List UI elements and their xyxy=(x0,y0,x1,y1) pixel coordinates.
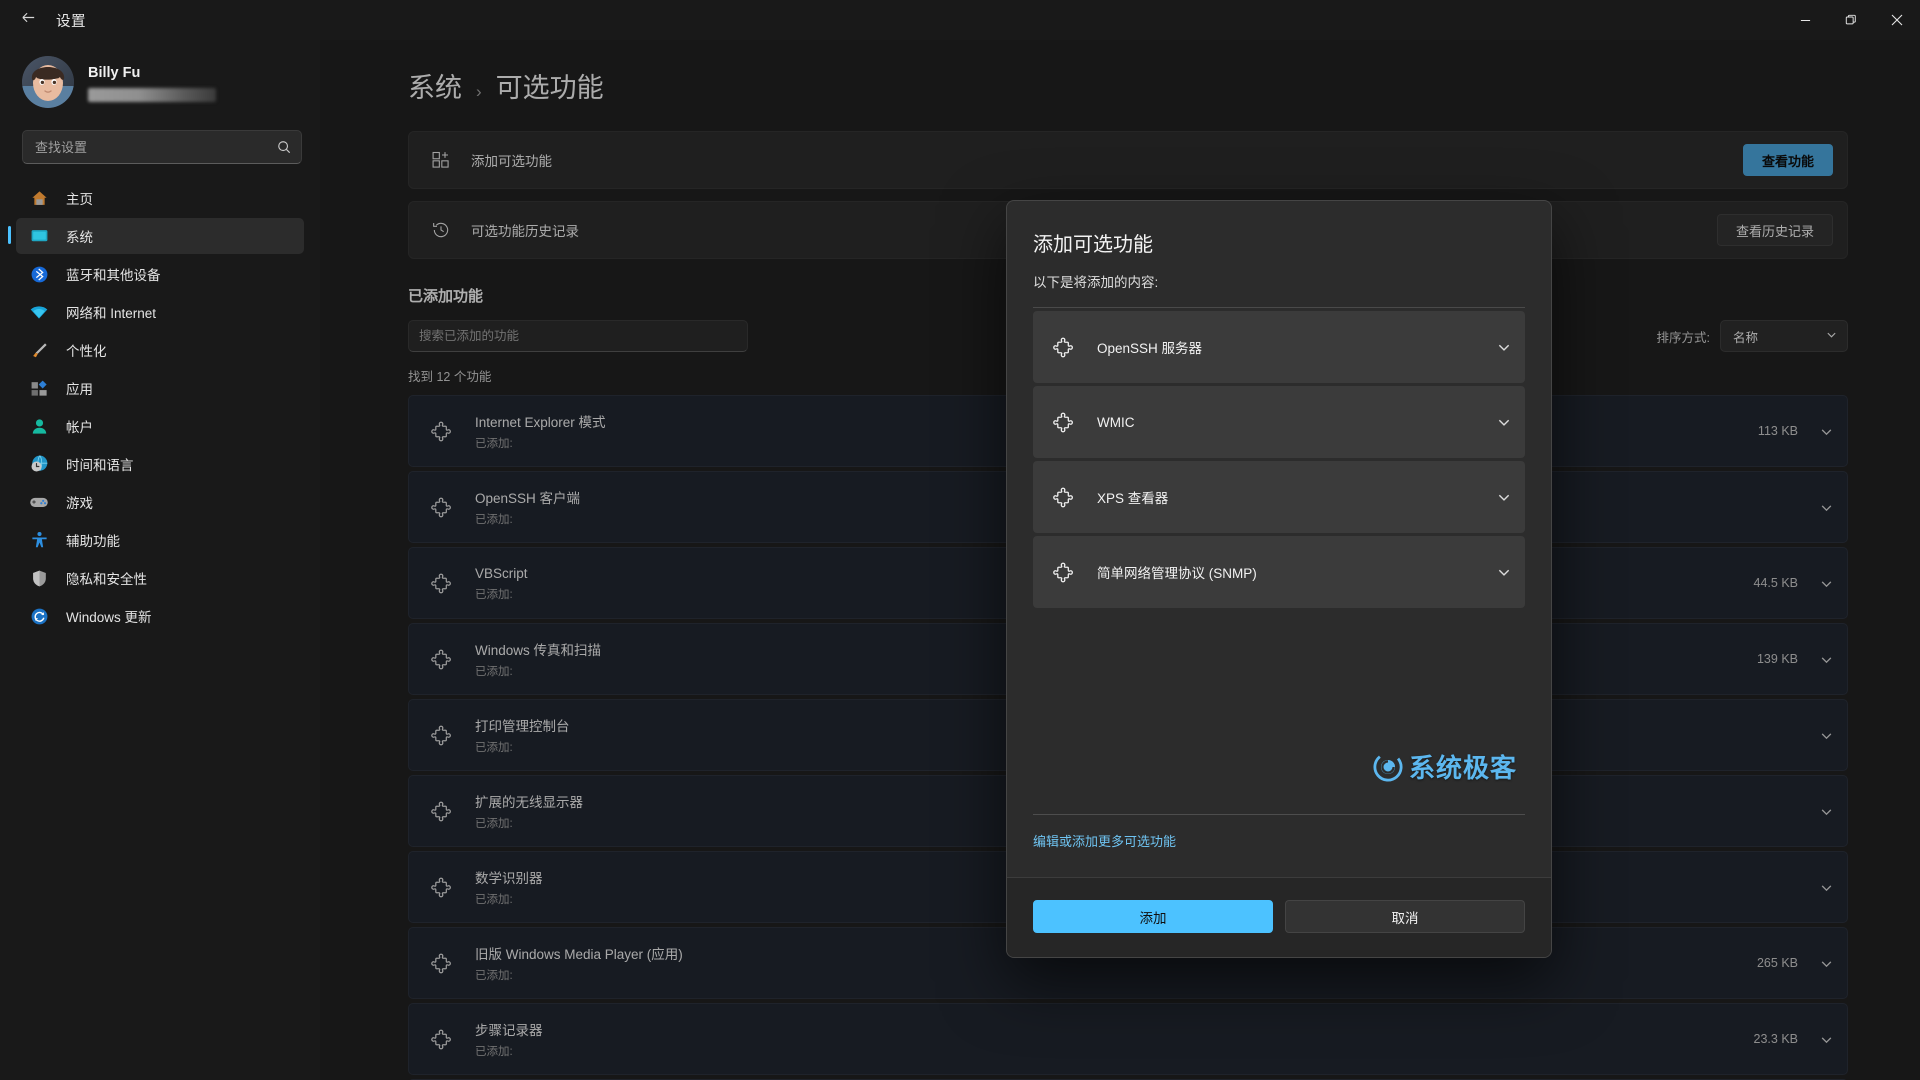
list-item[interactable]: XPS 查看器 xyxy=(1033,461,1525,533)
main-content: 系统 › 可选功能 添加可选功能 查看功能 可选功能历史记录 查看历史记录 已添… xyxy=(320,40,1920,1080)
sidebar-item-apps[interactable]: 应用 xyxy=(16,370,304,406)
search-icon xyxy=(277,140,291,154)
arrow-left-icon xyxy=(20,9,37,31)
sidebar-item-personalization[interactable]: 个性化 xyxy=(16,332,304,368)
home-icon xyxy=(28,187,50,209)
dialog-body: 添加可选功能 以下是将添加的内容: OpenSSH 服务器 WMIC XPS 查… xyxy=(1007,201,1551,877)
dialog-feature-name: XPS 查看器 xyxy=(1097,491,1169,506)
sidebar-item-label: 隐私和安全性 xyxy=(66,572,147,587)
sidebar-item-system[interactable]: 系统 xyxy=(8,218,304,254)
maximize-icon xyxy=(1845,14,1857,26)
sidebar-item-label: 蓝牙和其他设备 xyxy=(66,268,161,283)
wifi-icon xyxy=(28,301,50,323)
sidebar: Billy Fu 主页 xyxy=(0,40,320,1080)
add-optional-features-dialog: 添加可选功能 以下是将添加的内容: OpenSSH 服务器 WMIC XPS 查… xyxy=(1006,200,1552,958)
chevron-down-icon[interactable] xyxy=(1497,565,1511,579)
dialog-feature-name: 简单网络管理协议 (SNMP) xyxy=(1097,566,1257,581)
watermark-logo-icon xyxy=(1373,751,1403,782)
sidebar-item-windows-update[interactable]: Windows 更新 xyxy=(16,598,304,634)
maximize-button[interactable] xyxy=(1828,0,1874,40)
close-button[interactable] xyxy=(1874,0,1920,40)
sidebar-nav: 主页 系统 蓝牙和其他设备 网络和 Internet 个性化 应用 帐户 时间和… xyxy=(8,180,304,634)
update-icon xyxy=(28,605,50,627)
clock-globe-icon xyxy=(28,453,50,475)
sidebar-item-home[interactable]: 主页 xyxy=(16,180,304,216)
sidebar-item-label: 主页 xyxy=(66,192,93,207)
search-input[interactable] xyxy=(35,139,277,155)
shield-icon xyxy=(28,567,50,589)
back-button[interactable] xyxy=(8,4,48,36)
puzzle-icon xyxy=(1053,487,1083,508)
puzzle-icon xyxy=(1053,412,1083,433)
sidebar-item-label: 系统 xyxy=(66,230,93,245)
add-button[interactable]: 添加 xyxy=(1033,900,1273,933)
title-bar: 设置 xyxy=(0,0,1920,40)
window-title: 设置 xyxy=(56,13,86,30)
dialog-feature-name: OpenSSH 服务器 xyxy=(1097,341,1203,356)
watermark-text: 系统极客 xyxy=(1408,753,1517,783)
search-settings-box[interactable] xyxy=(22,130,302,164)
sidebar-item-label: 时间和语言 xyxy=(66,458,134,473)
gamepad-icon xyxy=(28,491,50,513)
profile-name: Billy Fu xyxy=(88,64,141,81)
sidebar-item-accessibility[interactable]: 辅助功能 xyxy=(16,522,304,558)
puzzle-icon xyxy=(1053,562,1083,583)
sidebar-item-label: 网络和 Internet xyxy=(66,306,157,321)
sidebar-item-label: 帐户 xyxy=(66,420,93,435)
sidebar-item-accounts[interactable]: 帐户 xyxy=(16,408,304,444)
dialog-title: 添加可选功能 xyxy=(1033,234,1153,256)
list-item[interactable]: WMIC xyxy=(1033,386,1525,458)
dialog-footer: 添加 取消 xyxy=(1007,877,1551,957)
cancel-button[interactable]: 取消 xyxy=(1285,900,1525,933)
chevron-down-icon[interactable] xyxy=(1497,490,1511,504)
sidebar-item-privacy-security[interactable]: 隐私和安全性 xyxy=(16,560,304,596)
edit-or-add-more-link[interactable]: 编辑或添加更多可选功能 xyxy=(1033,834,1176,849)
sidebar-item-time-language[interactable]: 时间和语言 xyxy=(16,446,304,482)
apps-icon xyxy=(28,377,50,399)
dialog-feature-name: WMIC xyxy=(1097,414,1135,430)
sidebar-item-network[interactable]: 网络和 Internet xyxy=(16,294,304,330)
list-item[interactable]: 简单网络管理协议 (SNMP) xyxy=(1033,536,1525,608)
settings-window: 设置 Billy Fu 查找设置 主页 系统 蓝牙和其他设备 网络和 Inter… xyxy=(0,0,1920,1080)
list-item[interactable]: OpenSSH 服务器 xyxy=(1033,311,1525,383)
puzzle-icon xyxy=(1053,337,1083,358)
sidebar-item-bluetooth[interactable]: 蓝牙和其他设备 xyxy=(16,256,304,292)
profile-email-redacted xyxy=(88,87,216,102)
user-profile[interactable]: Billy Fu xyxy=(16,40,304,118)
system-display-icon xyxy=(28,225,50,247)
minimize-icon xyxy=(1800,15,1811,26)
bluetooth-icon xyxy=(28,263,50,285)
chevron-down-icon[interactable] xyxy=(1497,340,1511,354)
dialog-feature-list: OpenSSH 服务器 WMIC XPS 查看器 简单网络管理协议 (SNMP) xyxy=(1033,307,1525,608)
sidebar-item-gaming[interactable]: 游戏 xyxy=(16,484,304,520)
dialog-subtitle: 以下是将添加的内容: xyxy=(1033,275,1159,290)
dialog-link-wrap: 编辑或添加更多可选功能 xyxy=(1033,814,1525,851)
account-icon xyxy=(28,415,50,437)
sidebar-item-label: 辅助功能 xyxy=(66,534,120,549)
sidebar-item-label: 游戏 xyxy=(66,496,93,511)
avatar xyxy=(22,56,74,108)
watermark: 系统极客 xyxy=(1373,748,1517,785)
window-body: Billy Fu 主页 xyxy=(0,40,1920,1080)
chevron-down-icon[interactable] xyxy=(1497,415,1511,429)
paintbrush-icon xyxy=(28,339,50,361)
sidebar-item-label: 应用 xyxy=(66,382,93,397)
minimize-button[interactable] xyxy=(1782,0,1828,40)
sidebar-item-label: 个性化 xyxy=(66,344,107,359)
accessibility-icon xyxy=(28,529,50,551)
profile-text: Billy Fu xyxy=(88,63,216,102)
close-icon xyxy=(1891,14,1903,26)
sidebar-item-label: Windows 更新 xyxy=(66,610,152,625)
